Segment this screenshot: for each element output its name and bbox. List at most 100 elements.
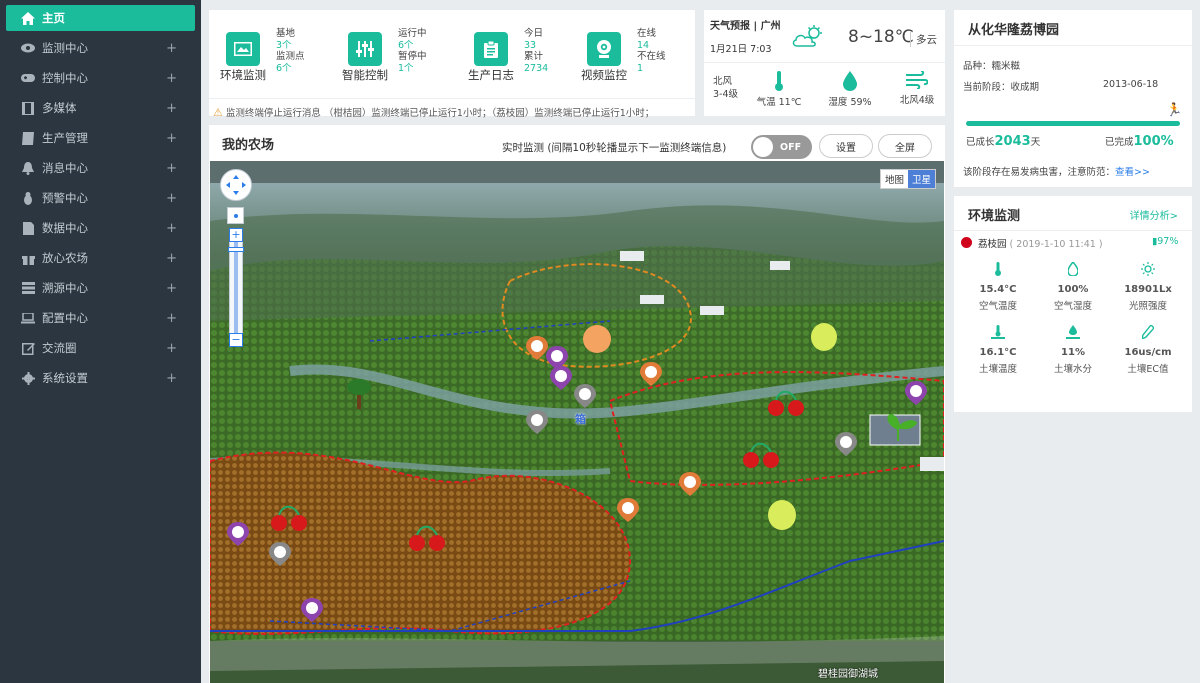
env-label: 空气湿度 [1053,301,1092,312]
realtime-label: 实时监测 (间隔10秒轮播显示下一监测终端信息) [502,142,727,154]
env-monitor-stats: 基地 3个 监测点 6个 [276,28,305,74]
sidebar-item-label: 放心农场 [42,251,88,265]
env-cell-air-temp: 15.4°C 空气温度 [963,262,1033,312]
sidebar-item-data[interactable]: 数据中心 + [6,215,195,241]
zoom-in-button[interactable]: + [229,228,243,242]
sidebar-item-alerts[interactable]: 预警中心 + [6,185,195,211]
locate-icon [234,214,238,218]
sidebar-item-config[interactable]: 配置中心 + [6,305,195,331]
stat-value: 6个 [276,62,292,74]
expand-icon[interactable]: + [166,281,177,296]
done-percent: 已完成100% [1105,134,1174,149]
env-monitor-label[interactable]: 环境监测 [220,67,266,83]
weather-date: 1月21日 7:03 [710,44,772,55]
stat-value: 1个 [398,62,414,74]
production-log-label[interactable]: 生产日志 [468,67,514,83]
fruit-marker[interactable] [768,500,796,530]
eye-icon [21,41,35,55]
wind-force-info: 北风4级 [890,70,944,106]
laptop-icon [21,311,35,325]
warning-icon: ⚠ [213,105,223,119]
sidebar-item-farm[interactable]: 放心农场 + [6,245,195,271]
weather-details: 北风 3-4级 气温 11℃ 湿度 59% 北风4级 [704,62,945,108]
stat-key: 暂停中 [398,51,427,62]
zoom-handle[interactable] [228,247,244,252]
zoom-out-button[interactable]: − [229,333,243,347]
sidebar-item-production[interactable]: 生产管理 + [6,125,195,151]
env-label: 土壤温度 [978,364,1017,375]
farm-map[interactable]: + − 地图 卫星 箱 碧桂园御湖城 [210,161,944,683]
wind-direction: 北风 [713,76,733,87]
env-cell-soil-temp: 16.1°C 土壤温度 [963,325,1033,375]
sidebar-item-label: 监测中心 [42,41,88,55]
video-monitor-label[interactable]: 视频监控 [581,67,627,83]
pan-control[interactable] [220,169,252,201]
env-value: 15.4°C [979,284,1017,295]
video-monitor-icon[interactable] [587,32,621,66]
stat-key: 累计 [524,51,544,62]
sidebar-item-community[interactable]: 交流圈 + [6,335,195,361]
bell-icon [21,161,35,175]
env-monitor-icon[interactable] [226,32,260,66]
battery-status: ▮97% [1152,236,1178,247]
production-log-icon[interactable] [474,32,508,66]
edit-icon [21,341,35,355]
env-value: 18901Lx [1124,284,1172,295]
pest-link[interactable]: 查看>> [1115,167,1150,178]
fruit-marker[interactable] [583,325,611,353]
env-cell-soil-ec: 16us/cm 土壤EC值 [1113,323,1183,375]
weather-temp: 8~18℃ [848,27,914,47]
smart-control-label[interactable]: 智能控制 [342,67,388,83]
smart-control-stats: 运行中 6个 暂停中 1个 [398,28,427,74]
expand-icon[interactable]: + [166,71,177,86]
map-type-satellite[interactable]: 卫星 [907,170,935,188]
sidebar-item-messages[interactable]: 消息中心 + [6,155,195,181]
smart-control-icon[interactable] [348,32,382,66]
wind-icon [906,70,929,90]
realtime-toggle[interactable]: OFF [751,135,812,159]
site-time: ( 2019-1-10 11:41 ) [1009,239,1103,250]
expand-icon[interactable]: + [166,371,177,386]
zoom-track [234,242,238,334]
map-type-map[interactable]: 地图 [880,170,908,188]
env-label: 土壤EC值 [1127,364,1169,375]
stat-key: 基地 [276,28,296,39]
expand-icon[interactable]: + [166,41,177,56]
ticker-text: 监测终端停止运行消息 （柑桔园）监测终端已停止运行1小时；（荔枝园）监测终端已停… [225,108,655,119]
grown-suffix: 天 [1030,137,1041,148]
divider [954,230,1192,231]
detail-analysis-link[interactable]: 详情分析> [1130,207,1178,222]
expand-icon[interactable]: + [166,221,177,236]
sidebar-item-monitor[interactable]: 监测中心 + [6,35,195,61]
sidebar-item-system[interactable]: 系统设置 + [6,365,195,391]
zoom-slider[interactable]: + − [228,228,244,347]
expand-icon[interactable]: + [166,161,177,176]
stat-key: 在线 [637,28,657,39]
wind-info: 北风 3-4级 [713,75,738,101]
farm-title: 我的农场 [222,138,275,153]
expand-icon[interactable]: + [166,101,177,116]
sidebar-item-label: 控制中心 [42,71,88,85]
garden-card: 从化华隆荔博园 品种：糯米糍 当前阶段：收成期 2013-06-18 🏃 已成长… [954,10,1192,187]
alert-ticker[interactable]: ⚠ 监测终端停止运行消息 （柑桔园）监测终端已停止运行1小时；（荔枝园）监测终端… [209,98,695,125]
site-info[interactable]: 荔枝园 ( 2019-1-10 11:41 ) [978,236,1103,250]
expand-icon[interactable]: + [166,191,177,206]
list-icon [21,281,35,295]
sidebar-item-media[interactable]: 多媒体 + [6,95,195,121]
expand-icon[interactable]: + [166,311,177,326]
locate-button[interactable] [227,207,244,224]
expand-icon[interactable]: + [166,131,177,146]
sidebar-item-trace[interactable]: 溯源中心 + [6,275,195,301]
sidebar-item-home[interactable]: 主页 [6,5,195,31]
sidebar-item-control[interactable]: 控制中心 + [6,65,195,91]
fruit-marker[interactable] [811,323,837,351]
env-label: 土壤水分 [1053,364,1092,375]
stat-key: 今日 [524,28,544,39]
fullscreen-button[interactable]: 全屏 [878,134,932,158]
sidebar-item-label: 消息中心 [42,161,88,175]
humidity-info: 湿度 59% [822,71,878,108]
expand-icon[interactable]: + [166,341,177,356]
expand-icon[interactable]: + [166,251,177,266]
settings-button[interactable]: 设置 [819,134,873,158]
file-icon [21,221,35,235]
